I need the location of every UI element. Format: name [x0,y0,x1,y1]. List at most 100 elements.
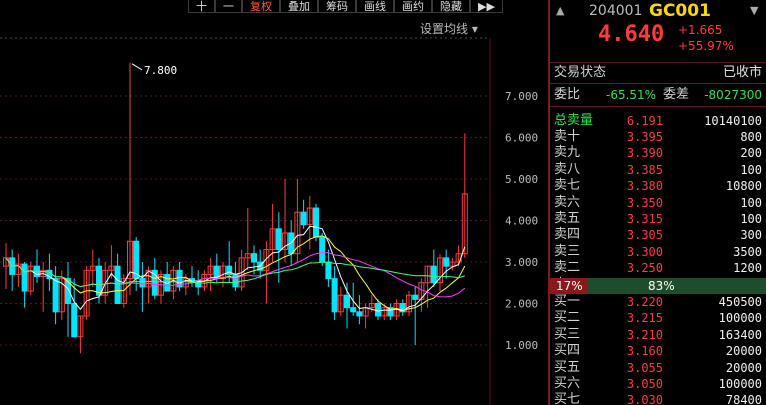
chips-button[interactable]: 筹码 [318,0,356,13]
order-ratio-label: 委比 [554,87,581,102]
candle-body[interactable] [331,278,338,313]
level-price: 3.215 [626,311,663,326]
bid-ask-ratio-bar: 17% 83% [550,278,766,294]
level-price: 3.395 [626,130,663,144]
candle-body[interactable] [325,261,332,280]
bid-level-row[interactable]: 买三 3.210 163400 [550,327,766,343]
level-price: 3.030 [626,393,663,405]
y-tick-label: 1.000 [505,339,538,352]
level-price: 3.220 [626,295,663,309]
ask-level-row[interactable]: 卖四 3.305 300 [550,227,766,243]
level-label: 卖八 [554,161,581,177]
candle-body[interactable] [344,294,350,309]
expand-arrows-button[interactable]: ▶▶ [470,0,503,13]
candle-body[interactable] [356,311,363,317]
last-price: 4.640 [598,22,665,47]
candle-body[interactable] [443,257,450,267]
level-volume: 800 [740,130,762,144]
candle-body[interactable] [319,236,326,263]
ask-level-row[interactable]: 卖三 3.300 3500 [550,244,766,260]
level-price: 3.350 [626,195,663,210]
level-price: 3.380 [626,179,663,194]
bid-level-row[interactable]: 买七 3.030 78400 [550,392,766,405]
draw-shape-button[interactable]: 画约 [394,0,432,13]
bid-level-row[interactable]: 买五 3.055 20000 [550,360,766,376]
trade-status-value: 已收市 [722,65,762,80]
ask-level-row[interactable]: 卖十 3.395 800 [550,129,766,145]
level-price: 3.210 [626,327,663,342]
bid-ratio-pct: 17% [556,279,583,293]
candlestick-chart[interactable]: 7.000 6.000 5.000 4.000 3.000 2.000 1.000 7.800 [0,0,548,405]
ask-level-row[interactable]: 卖八 3.385 100 [550,162,766,178]
level-volume: 163400 [718,327,762,342]
ask-level-row[interactable]: 卖六 3.350 100 [550,195,766,211]
total-sell-avg-price: 6.191 [626,114,663,128]
chevron-down-icon: ▾ [471,22,478,36]
level-label: 卖五 [554,211,581,226]
y-tick-label: 6.000 [505,132,538,145]
trade-status-row: 交易状态 已收市 [550,65,766,81]
ma-settings-dropdown[interactable]: 设置均线 ▾ [420,20,478,37]
level-volume: 100000 [718,377,762,391]
crosshair-button[interactable]: 十 [188,0,215,13]
ma-settings-label: 设置均线 [420,22,469,36]
hide-button[interactable]: 隐藏 [432,0,470,13]
candle-body[interactable] [52,278,59,313]
ask-level-row[interactable]: 卖九 3.390 200 [550,145,766,161]
overlay-button[interactable]: 叠加 [280,0,318,13]
level-volume: 100 [740,212,762,226]
level-label: 卖二 [554,260,581,276]
peak-price-label: 7.800 [144,64,177,77]
candle-body[interactable] [412,294,419,300]
bid-level-row[interactable]: 买六 3.050 100000 [550,376,766,392]
candle-body[interactable] [114,265,121,304]
separator [550,106,766,107]
candle-body[interactable] [313,207,319,238]
candle-body[interactable] [65,278,71,305]
level-label: 卖九 [554,145,581,161]
candle-body[interactable] [21,263,28,292]
candle-body[interactable] [139,278,146,288]
total-sell-label: 总卖量 [554,113,594,128]
level-price: 3.390 [626,146,663,161]
security-code: 204001 [589,3,643,19]
level-volume: 100 [740,195,762,210]
level-label: 买二 [554,310,581,326]
separator [550,83,766,84]
candle-body[interactable] [71,303,78,338]
security-name: GC001 [649,1,711,21]
bid-level-row[interactable]: 买一 3.220 450500 [550,294,766,310]
order-diff-value: -8027300 [704,88,762,102]
level-volume: 450500 [718,295,762,309]
candle-body[interactable] [375,303,381,317]
ask-level-row[interactable]: 卖五 3.315 100 [550,211,766,227]
candle-body[interactable] [350,307,357,313]
level-price: 3.050 [626,377,663,391]
ask-level-row[interactable]: 卖二 3.250 1200 [550,260,766,276]
total-sell-row: 总卖量 6.191 10140100 [550,113,766,129]
candle-body[interactable] [300,211,307,226]
level-price: 3.305 [626,228,663,243]
level-label: 买一 [554,294,581,309]
zoom-out-button[interactable]: 一 [215,0,242,13]
kline-chart-area[interactable]: 7.000 6.000 5.000 4.000 3.000 2.000 1.000 7.800… [0,0,548,405]
candle-body[interactable] [96,265,102,296]
candle-body[interactable] [232,273,239,288]
level-volume: 3500 [733,244,762,259]
level-volume: 100000 [718,311,762,326]
adjust-rights-button[interactable]: 复权 [242,0,280,13]
separator [550,62,766,63]
candle-body[interactable] [251,253,257,263]
nav-up-icon[interactable]: ▲ [556,0,564,22]
draw-line-button[interactable]: 画线 [356,0,394,13]
level-label: 卖四 [554,227,581,243]
level-label: 买六 [554,376,581,391]
bid-level-row[interactable]: 买四 3.160 20000 [550,343,766,359]
bid-level-row[interactable]: 买二 3.215 100000 [550,310,766,326]
nav-down-icon[interactable]: ▼ [750,0,758,22]
level-price: 3.300 [626,244,663,259]
candle-body[interactable] [430,265,437,284]
level-volume: 78400 [725,393,762,405]
ask-level-row[interactable]: 卖七 3.380 10800 [550,178,766,194]
candle-body[interactable] [275,228,282,251]
